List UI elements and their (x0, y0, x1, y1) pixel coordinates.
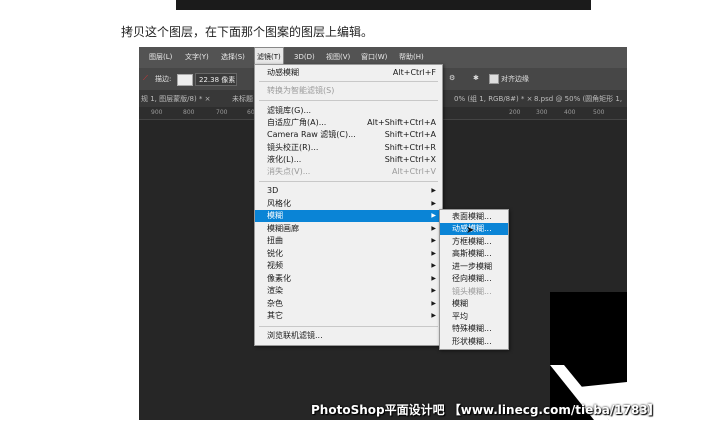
menu-item-other[interactable]: 其它 ▶ (255, 310, 442, 322)
menu-item-label: 滤镜库(G)... (267, 106, 312, 115)
submenu-arrow-icon: ▶ (431, 275, 436, 282)
menu-item-label: 自适应广角(A)... (267, 118, 327, 127)
submenu-item-label: 表面模糊... (452, 212, 492, 221)
menu-item-shortcut: Shift+Ctrl+X (384, 155, 436, 164)
menu-item-distort[interactable]: 扭曲 ▶ (255, 235, 442, 247)
menu-item-label: Camera Raw 滤镜(C)... (267, 130, 356, 139)
menu-item-3d[interactable]: 3D ▶ (255, 185, 442, 197)
menu-item-blur-gallery[interactable]: 模糊画廊 ▶ (255, 223, 442, 235)
menu-separator (259, 100, 438, 101)
menu-item-filter-gallery[interactable]: 滤镜库(G)... (255, 105, 442, 117)
submenu-arrow-icon: ▶ (431, 262, 436, 269)
submenu-item-label: 平均 (452, 312, 468, 321)
mouse-pointer-icon: ➤ (466, 225, 475, 236)
submenu-arrow-icon: ▶ (431, 287, 436, 294)
menu-item-label: 杂色 (267, 299, 283, 308)
menu-separator (259, 181, 438, 182)
menu-item-pixelate[interactable]: 像素化 ▶ (255, 273, 442, 285)
submenu-item-radial-blur[interactable]: 径向模糊... (440, 273, 508, 285)
menu-item-shortcut: Alt+Shift+Ctrl+A (367, 118, 436, 127)
menu-item-label: 风格化 (267, 199, 291, 208)
menu-item-label: 扭曲 (267, 236, 283, 245)
menu-item-label: 镜头校正(R)... (267, 143, 319, 152)
submenu-item-label: 模糊 (452, 299, 468, 308)
submenu-item-label: 镜头模糊... (452, 287, 492, 296)
menu-item-label: 像素化 (267, 274, 291, 283)
menu-item-label: 模糊画廊 (267, 224, 299, 233)
menu-item-blur[interactable]: 模糊 ▶ (255, 210, 442, 222)
submenu-item-box-blur[interactable]: 方框模糊... (440, 236, 508, 248)
submenu-item-label: 方框模糊... (452, 237, 492, 246)
watermark: PhotoShop平面设计吧 【www.linecg.com/tieba/178… (311, 403, 660, 417)
menu-item-label: 3D (267, 186, 279, 195)
menu-item-browse-online-filters[interactable]: 浏览联机滤镜... (255, 330, 442, 342)
submenu-item-label: 径向模糊... (452, 274, 492, 283)
submenu-arrow-icon: ▶ (431, 200, 436, 207)
menu-item-label: 液化(L)... (267, 155, 302, 164)
menu-item-label: 渲染 (267, 286, 283, 295)
menu-item-label: 消失点(V)... (267, 167, 311, 176)
top-dark-banner (176, 0, 591, 10)
submenu-item-blur-more[interactable]: 进一步模糊 (440, 261, 508, 273)
menu-item-shortcut: Shift+Ctrl+A (384, 130, 436, 139)
menu-item-camera-raw[interactable]: Camera Raw 滤镜(C)... Shift+Ctrl+A (255, 129, 442, 141)
filter-menu: 动感模糊 Alt+Ctrl+F 转换为智能滤镜(S) 滤镜库(G)... 自适应广… (254, 64, 443, 346)
menu-item-shortcut: Shift+Ctrl+R (384, 143, 436, 152)
submenu-arrow-icon: ▶ (431, 225, 436, 232)
menu-item-render[interactable]: 渲染 ▶ (255, 285, 442, 297)
submenu-item-smart-blur[interactable]: 特殊模糊... (440, 323, 508, 335)
menu-item-vanishing-point[interactable]: 消失点(V)... Alt+Ctrl+V (255, 166, 442, 178)
submenu-arrow-icon: ▶ (431, 312, 436, 319)
menu-item-video[interactable]: 视频 ▶ (255, 260, 442, 272)
page-caption: 拷贝这个图层，在下面那个图案的图层上编辑。 (121, 25, 374, 39)
submenu-item-label: 进一步模糊 (452, 262, 492, 271)
menu-item-lens-correction[interactable]: 镜头校正(R)... Shift+Ctrl+R (255, 142, 442, 154)
menu-item-label: 模糊 (267, 211, 283, 220)
menu-item-shortcut: Alt+Ctrl+F (392, 68, 436, 77)
menu-item-label: 视频 (267, 261, 283, 270)
menu-item-convert-smart-filter[interactable]: 转换为智能滤镜(S) (255, 85, 442, 97)
menu-item-adaptive-wide-angle[interactable]: 自适应广角(A)... Alt+Shift+Ctrl+A (255, 117, 442, 129)
menu-item-noise[interactable]: 杂色 ▶ (255, 298, 442, 310)
menu-item-label: 其它 (267, 311, 283, 320)
menu-item-sharpen[interactable]: 锐化 ▶ (255, 248, 442, 260)
submenu-item-lens-blur[interactable]: 镜头模糊... (440, 286, 508, 298)
menu-item-shortcut: Alt+Ctrl+V (392, 167, 436, 176)
submenu-item-average[interactable]: 平均 (440, 311, 508, 323)
menu-separator (259, 81, 438, 82)
submenu-item-surface-blur[interactable]: 表面模糊... (440, 211, 508, 223)
submenu-arrow-icon: ▶ (431, 212, 436, 219)
menu-item-label: 转换为智能滤镜(S) (267, 86, 335, 95)
menu-separator (259, 326, 438, 327)
menu-item-liquify[interactable]: 液化(L)... Shift+Ctrl+X (255, 154, 442, 166)
submenu-item-label: 高斯模糊... (452, 249, 492, 258)
submenu-item-shape-blur[interactable]: 形状模糊... (440, 336, 508, 348)
submenu-arrow-icon: ▶ (431, 300, 436, 307)
menu-item-stylize[interactable]: 风格化 ▶ (255, 198, 442, 210)
submenu-arrow-icon: ▶ (431, 237, 436, 244)
submenu-item-blur[interactable]: 模糊 (440, 298, 508, 310)
submenu-arrow-icon: ▶ (431, 187, 436, 194)
submenu-item-label: 形状模糊... (452, 337, 492, 346)
submenu-arrow-icon: ▶ (431, 250, 436, 257)
submenu-item-gaussian-blur[interactable]: 高斯模糊... (440, 248, 508, 260)
submenu-item-label: 特殊模糊... (452, 324, 492, 333)
menu-item-label: 动感模糊 (267, 68, 299, 77)
menu-item-motion-blur-last[interactable]: 动感模糊 Alt+Ctrl+F (255, 67, 442, 79)
menu-item-label: 锐化 (267, 249, 283, 258)
menu-item-label: 浏览联机滤镜... (267, 331, 323, 340)
